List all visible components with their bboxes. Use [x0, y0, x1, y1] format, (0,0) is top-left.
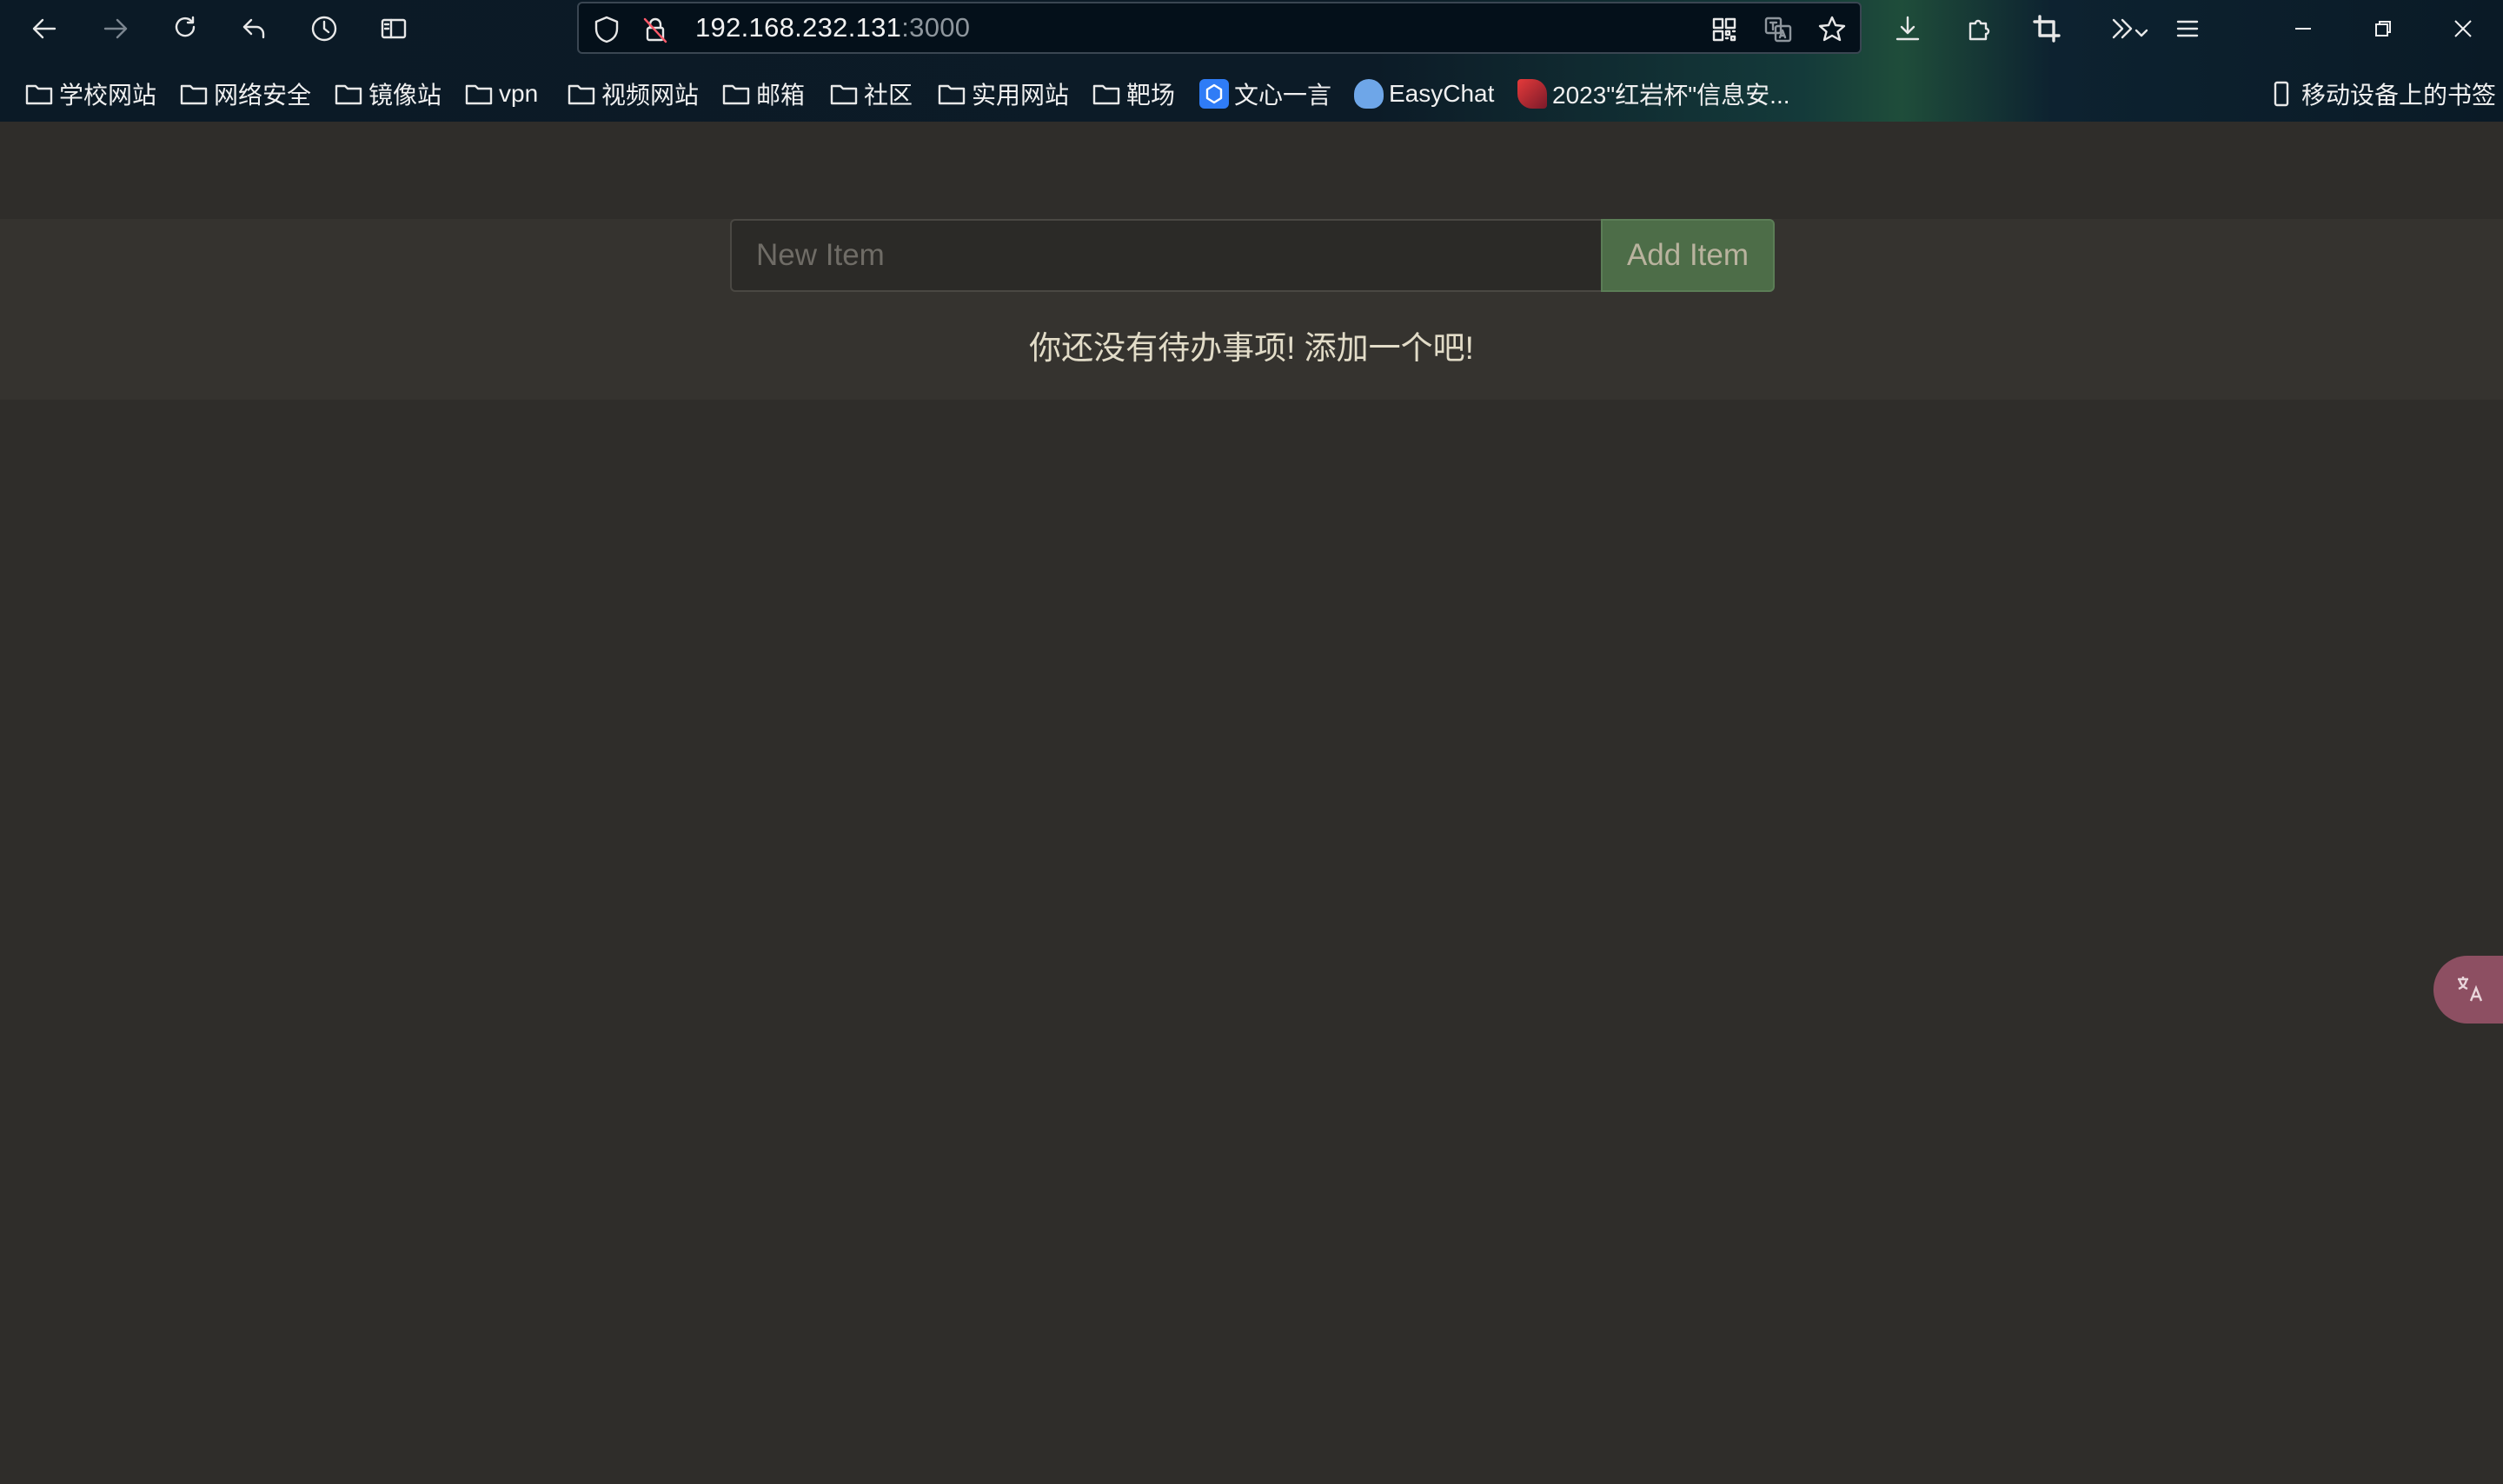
app-menu-button[interactable] — [2164, 10, 2211, 48]
address-bar[interactable]: 192.168.232.131:3000 — [577, 2, 1862, 54]
url-port: :3000 — [901, 12, 971, 43]
wenxin-favicon — [1199, 79, 1229, 109]
url-host: 192.168.232.131 — [695, 12, 902, 43]
bookmark-label: 2023"红岩杯"信息安... — [1552, 82, 1790, 109]
crop-icon — [2033, 15, 2061, 43]
puzzle-icon — [1969, 19, 1990, 41]
screenshot-button[interactable] — [2023, 10, 2070, 48]
browser-chrome: 192.168.232.131:3000 学校网站 网络安全 镜像站 vpn 视… — [0, 0, 2503, 122]
bookmark-folder[interactable]: vpn — [464, 71, 538, 116]
history-button[interactable] — [301, 10, 348, 48]
bookmark-label: EasyChat — [1389, 80, 1495, 107]
bookmark-folder[interactable]: 视频网站 — [567, 71, 699, 116]
add-item-form: Add Item — [730, 219, 1775, 292]
reload-button[interactable] — [162, 10, 209, 48]
mobile-bookmarks-label: 移动设备上的书签 — [2301, 82, 2497, 109]
bookmark-folder[interactable]: 实用网站 — [937, 71, 1069, 116]
new-item-input[interactable] — [730, 219, 1601, 292]
sidebar-button[interactable] — [370, 10, 417, 48]
bookmark-wenxin[interactable]: 文心一言 — [1199, 71, 1331, 116]
bookmark-folder[interactable]: 网络安全 — [179, 71, 311, 116]
close-window-button[interactable] — [2428, 7, 2498, 50]
bookmark-label: 社区 — [864, 82, 913, 109]
forward-button[interactable] — [92, 10, 139, 48]
folder-icon — [568, 84, 595, 105]
translate-icon — [2458, 977, 2483, 1002]
translate-page-icon[interactable] — [1763, 14, 1794, 45]
bookmark-folder[interactable]: 邮箱 — [721, 71, 805, 116]
bookmark-folder[interactable]: 镜像站 — [334, 71, 442, 116]
folder-icon — [180, 84, 208, 105]
bookmark-label: 邮箱 — [756, 82, 806, 109]
mobile-device-icon — [2274, 81, 2289, 107]
folder-icon — [25, 84, 53, 105]
bookmark-easychat[interactable]: EasyChat — [1354, 71, 1494, 116]
empty-state-message: 你还没有待办事项! 添加一个吧! — [1029, 330, 1474, 366]
star-bookmark-icon[interactable] — [1816, 14, 1848, 45]
minimize-icon — [2295, 28, 2311, 30]
folder-icon — [722, 84, 750, 105]
easychat-favicon — [1354, 79, 1384, 109]
bookmark-label: 靶场 — [1126, 82, 1176, 109]
bookmarks-bar: 学校网站 网络安全 镜像站 vpn 视频网站 邮箱 社区 实用网站 靶场 文心一… — [0, 71, 2503, 116]
folder-icon — [465, 84, 493, 105]
translate-floating-button[interactable] — [2433, 956, 2503, 1024]
downloads-button[interactable] — [1884, 10, 1931, 48]
bookmark-label: 视频网站 — [601, 82, 700, 109]
folder-icon — [830, 84, 858, 105]
insecure-lock-icon[interactable] — [640, 14, 671, 45]
sidebar-icon — [381, 18, 407, 39]
undo-icon — [242, 18, 265, 39]
restore-icon — [2375, 21, 2391, 36]
qr-code-icon[interactable] — [1709, 14, 1740, 45]
bookmark-label: 镜像站 — [368, 82, 442, 109]
bookmark-folder[interactable]: 靶场 — [1092, 71, 1175, 116]
undo-close-tab-button[interactable] — [231, 10, 278, 48]
shield-icon[interactable] — [591, 14, 622, 45]
bookmark-label: 实用网站 — [972, 82, 1070, 109]
browser-toolbar: 192.168.232.131:3000 — [0, 0, 2503, 57]
bookmark-label: 网络安全 — [214, 82, 312, 109]
url-text[interactable]: 192.168.232.131:3000 — [695, 3, 970, 52]
clock-icon — [311, 16, 337, 42]
chevrons-right-icon — [2112, 18, 2148, 39]
overflow-menu-button[interactable] — [2095, 10, 2164, 48]
bookmark-label: 学校网站 — [59, 82, 157, 109]
hongyan-favicon — [1517, 79, 1547, 109]
back-button[interactable] — [21, 10, 68, 48]
close-icon — [2454, 20, 2472, 37]
folder-icon — [1092, 84, 1120, 105]
download-icon — [1896, 16, 1920, 41]
bookmark-hongyan[interactable]: 2023"红岩杯"信息安... — [1517, 71, 1790, 116]
arrow-left-icon — [32, 18, 56, 39]
bookmark-label: vpn — [499, 80, 539, 107]
folder-icon — [938, 84, 966, 105]
mobile-bookmarks[interactable]: 移动设备上的书签 — [2267, 71, 2496, 116]
folder-icon — [335, 84, 362, 105]
minimize-button[interactable] — [2268, 7, 2338, 50]
restore-button[interactable] — [2348, 7, 2418, 50]
arrow-right-icon — [103, 18, 128, 39]
reload-icon — [175, 16, 196, 37]
extensions-button[interactable] — [1955, 10, 2002, 48]
bookmark-label: 文心一言 — [1234, 82, 1332, 109]
hamburger-icon — [2176, 20, 2199, 37]
add-item-button[interactable]: Add Item — [1601, 219, 1775, 292]
bookmark-folder[interactable]: 学校网站 — [24, 71, 156, 116]
bookmark-folder[interactable]: 社区 — [829, 71, 913, 116]
